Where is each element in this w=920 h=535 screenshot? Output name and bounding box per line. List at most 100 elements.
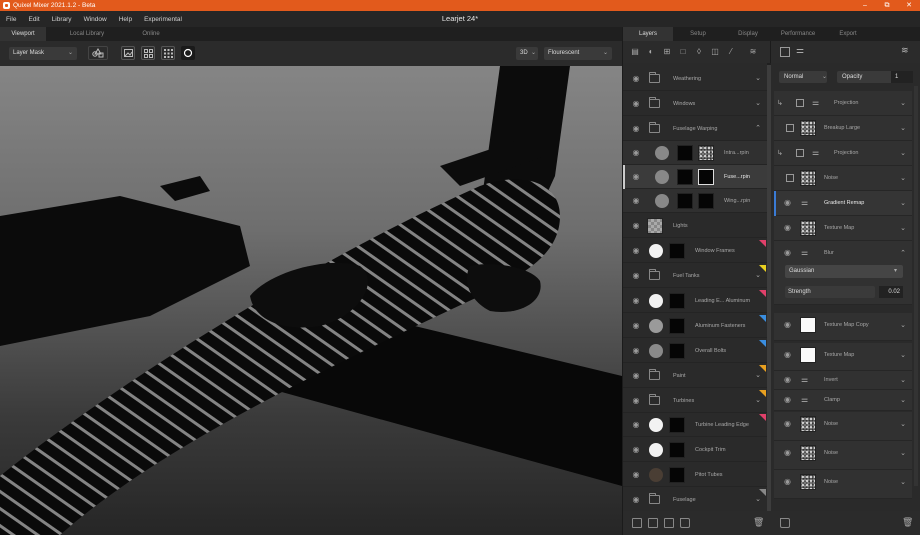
chevron-down-icon[interactable]: ⌄ bbox=[900, 441, 906, 466]
lighting-dropdown[interactable]: Flourescent ⌄ bbox=[544, 47, 612, 60]
drop-icon[interactable]: ◊ bbox=[693, 46, 705, 58]
eye-icon[interactable]: ◉ bbox=[784, 223, 791, 232]
mask-stack-item[interactable]: ◉ ⚌ Invert ⌄ bbox=[774, 371, 912, 390]
maximize-icon[interactable]: ⧉ bbox=[876, 0, 898, 11]
checkbox[interactable] bbox=[786, 124, 794, 132]
trash-icon[interactable]: 🗑 bbox=[753, 517, 764, 528]
tab-online[interactable]: Online bbox=[128, 27, 174, 41]
layer-row[interactable]: ◉ Turbine Leading Edge bbox=[623, 413, 767, 437]
eye-icon[interactable]: ◉ bbox=[784, 375, 791, 384]
layer-row[interactable]: ◉ Leading E... Aluminum bbox=[623, 289, 767, 313]
layer-row[interactable]: ◉ Fuselage Warping ⌃ bbox=[623, 117, 767, 141]
eye-icon[interactable]: ◉ bbox=[631, 445, 641, 455]
shapes-tool-button[interactable] bbox=[88, 46, 108, 60]
eye-icon[interactable]: ◉ bbox=[784, 448, 791, 457]
brush-icon[interactable]: ⁄ bbox=[725, 46, 737, 58]
chevron-down-icon[interactable]: ⌄ bbox=[900, 412, 906, 437]
mask-stack-item-selected[interactable]: ◉ ⚌ Gradient Remap ⌄ bbox=[774, 191, 912, 216]
sliders-icon[interactable]: ⚌ bbox=[796, 45, 804, 56]
eye-icon[interactable]: ◉ bbox=[784, 419, 791, 428]
add-fill-icon[interactable] bbox=[648, 518, 658, 528]
eye-icon[interactable]: ◉ bbox=[631, 271, 641, 281]
chevron-down-icon[interactable]: ⌄ bbox=[900, 470, 906, 495]
smart-material-icon[interactable]: ◫ bbox=[709, 46, 721, 58]
layer-row-selected[interactable]: ◉ Fuse...rpin bbox=[623, 165, 767, 189]
square-layer-icon[interactable]: □ bbox=[677, 46, 689, 58]
minimize-icon[interactable]: – bbox=[854, 0, 876, 11]
strength-value[interactable]: 0.02 bbox=[879, 286, 903, 298]
mask-stack-item[interactable]: ◉ Noise ⌄ bbox=[774, 441, 912, 470]
eye-icon[interactable]: ◉ bbox=[631, 396, 641, 406]
wireframe-button[interactable] bbox=[161, 46, 175, 60]
eye-icon[interactable]: ◉ bbox=[631, 124, 641, 134]
chevron-down-icon[interactable]: ⌄ bbox=[755, 92, 761, 116]
layer-row[interactable]: ◉ Fuselage ⌄ bbox=[623, 488, 767, 511]
layer-row[interactable]: ◉ Aluminum Fasteners bbox=[623, 314, 767, 338]
blur-type-dropdown[interactable]: Gaussian ▾ bbox=[785, 265, 903, 278]
mask-stack-item[interactable]: ◉ Texture Map ⌄ bbox=[774, 343, 912, 371]
chevron-up-icon[interactable]: ⌃ bbox=[900, 241, 906, 266]
eye-icon[interactable]: ◉ bbox=[631, 321, 641, 331]
chevron-down-icon[interactable]: ⌄ bbox=[900, 313, 906, 338]
layer-row[interactable]: ◉ Pitot Tubes bbox=[623, 463, 767, 487]
layer-row[interactable]: ◉ Fuel Tanks ⌄ bbox=[623, 264, 767, 288]
eye-icon[interactable]: ◉ bbox=[784, 320, 791, 329]
view-mode-dropdown[interactable]: 3D ⌄ bbox=[516, 47, 538, 60]
layer-row[interactable]: ◉ Overall Bolts bbox=[623, 339, 767, 363]
blur-strength-slider[interactable]: Strength 0.02 bbox=[785, 286, 903, 298]
layer-row[interactable]: ◉ Turbines ⌄ bbox=[623, 389, 767, 413]
opacity-field[interactable]: Opacity 1 bbox=[837, 71, 913, 83]
eye-icon[interactable]: ◉ bbox=[631, 172, 641, 182]
layer-row[interactable]: ◉ Paint ⌄ bbox=[623, 364, 767, 388]
add-folder-icon[interactable] bbox=[780, 518, 790, 528]
checkbox[interactable] bbox=[786, 174, 794, 182]
trash-icon[interactable]: 🗑 bbox=[902, 517, 913, 528]
target-button[interactable] bbox=[181, 46, 195, 60]
eye-icon[interactable]: ◉ bbox=[631, 495, 641, 505]
chevron-down-icon[interactable]: ⌄ bbox=[900, 116, 906, 141]
eye-icon[interactable]: ◉ bbox=[631, 296, 641, 306]
eye-icon[interactable]: ◉ bbox=[784, 248, 791, 257]
tab-viewport[interactable]: Viewport bbox=[0, 27, 46, 41]
tab-performance[interactable]: Performance bbox=[773, 27, 823, 41]
chevron-down-icon[interactable]: ⌄ bbox=[900, 91, 906, 116]
checkbox[interactable] bbox=[796, 99, 804, 107]
mask-stack-item[interactable]: ◉ ⚌ Clamp ⌄ bbox=[774, 390, 912, 411]
eye-icon[interactable]: ◉ bbox=[631, 221, 641, 231]
surface-layer-icon[interactable]: ⊞ bbox=[661, 46, 673, 58]
mask-stack-item[interactable]: ◉ Texture Map Copy ⌄ bbox=[774, 313, 912, 341]
layer-row[interactable]: ◉ Cockpit Trim bbox=[623, 438, 767, 462]
eye-icon[interactable]: ◉ bbox=[631, 196, 641, 206]
add-mask-icon[interactable] bbox=[664, 518, 674, 528]
mask-stack-item[interactable]: ↳ ⚌ Projection ⌄ bbox=[774, 91, 912, 116]
menu-file[interactable]: File bbox=[0, 16, 22, 23]
chevron-down-icon[interactable]: ⌄ bbox=[900, 191, 906, 216]
strength-label[interactable]: Strength bbox=[785, 286, 875, 298]
tab-setup[interactable]: Setup bbox=[673, 27, 723, 41]
properties-scrollbar[interactable] bbox=[914, 86, 918, 486]
chevron-down-icon[interactable]: ⌄ bbox=[900, 343, 906, 368]
fill-layer-icon[interactable]: ◐ bbox=[645, 46, 657, 58]
eye-icon[interactable]: ◉ bbox=[784, 477, 791, 486]
menu-library[interactable]: Library bbox=[46, 16, 78, 23]
close-icon[interactable]: ✕ bbox=[898, 0, 920, 11]
eye-icon[interactable]: ◉ bbox=[631, 148, 641, 158]
3d-viewport[interactable] bbox=[0, 66, 622, 535]
chevron-down-icon[interactable]: ⌄ bbox=[755, 67, 761, 91]
layer-row[interactable]: ◉ Intra...rpin bbox=[623, 141, 767, 165]
grid-view-button[interactable] bbox=[141, 46, 155, 60]
eye-icon[interactable]: ◉ bbox=[784, 198, 791, 207]
stack-icon[interactable]: ≋ bbox=[747, 46, 759, 58]
mask-stack-item[interactable]: ↳ ⚌ Projection ⌄ bbox=[774, 141, 912, 166]
paint-layer-icon[interactable]: ▤ bbox=[629, 46, 641, 58]
checkbox[interactable] bbox=[796, 149, 804, 157]
mask-stack-item[interactable]: ◉ Texture Map ⌄ bbox=[774, 216, 912, 241]
layer-settings-icon[interactable] bbox=[780, 47, 790, 57]
tab-display[interactable]: Display bbox=[723, 27, 773, 41]
image-view-button[interactable] bbox=[121, 46, 135, 60]
layer-row[interactable]: ◉ Wing...rpin bbox=[623, 189, 767, 213]
eye-icon[interactable]: ◉ bbox=[784, 350, 791, 359]
chevron-down-icon[interactable]: ⌄ bbox=[900, 166, 906, 191]
eye-icon[interactable]: ◉ bbox=[784, 395, 791, 404]
eye-icon[interactable]: ◉ bbox=[631, 246, 641, 256]
